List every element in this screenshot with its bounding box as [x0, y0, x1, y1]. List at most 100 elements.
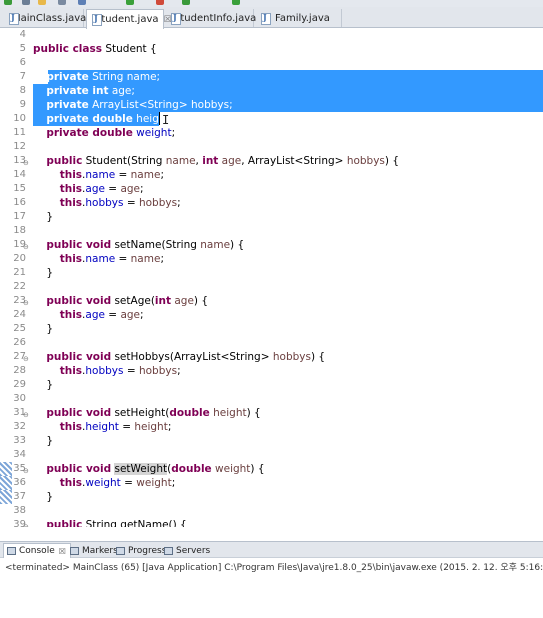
code-line[interactable]: 17 } — [0, 210, 543, 224]
code-line[interactable]: 36 this.weight = weight; — [0, 476, 543, 490]
code-text: } — [33, 267, 54, 279]
console-tab-bar: Console ☒ Markers Progress Servers — [0, 541, 543, 558]
code-line[interactable]: 29 } — [0, 378, 543, 392]
line-number: 8 — [19, 85, 26, 96]
code-text: } — [33, 435, 54, 447]
editor-tab-label: MainClass.java — [12, 12, 87, 24]
code-line[interactable]: 30 — [0, 392, 543, 406]
console-tab-label: Servers — [176, 545, 211, 556]
code-text: private double weight; — [46, 127, 176, 139]
editor-tab-bar: MainClass.java Student.java ☒ StudentInfo.j… — [0, 7, 543, 29]
code-line[interactable]: 39 ⊖ public String getName() { — [0, 518, 543, 527]
code-line[interactable]: 8 private int age; — [0, 84, 543, 98]
code-line[interactable]: 38 — [0, 504, 543, 518]
code-line[interactable]: 13 ⊖ public Student(String name, int age,… — [0, 154, 543, 168]
editor-tab-4[interactable]: Family.java — [256, 9, 342, 27]
line-number: 25 — [13, 323, 26, 334]
code-line[interactable]: 9 private ArrayList<String> hobbys; — [0, 98, 543, 112]
code-text: public void setWeight(double weight) { — [46, 463, 265, 475]
line-number: 29 — [13, 379, 26, 390]
line-number: 11 — [13, 127, 26, 138]
editor-tab-2[interactable]: Student.java ☒ — [86, 9, 172, 29]
code-line[interactable]: 21 } — [0, 266, 543, 280]
code-text: public String getName() { — [46, 519, 187, 527]
code-line[interactable]: 18 — [0, 224, 543, 238]
toolbar-save-icon[interactable] — [58, 0, 66, 5]
code-text: } — [33, 323, 54, 335]
line-number: 5 — [19, 43, 26, 54]
code-text: } — [33, 211, 54, 223]
code-line[interactable]: 22 — [0, 280, 543, 294]
code-line[interactable]: 14 this.name = name; — [0, 168, 543, 182]
text-caret — [159, 112, 160, 125]
line-number: 30 — [13, 393, 26, 404]
code-line[interactable]: 34 — [0, 448, 543, 462]
toolbar-run-last-icon[interactable] — [126, 0, 134, 5]
toolbar-new-icon[interactable] — [38, 0, 46, 5]
code-line[interactable]: 10 private double height; I — [0, 112, 543, 127]
code-line[interactable]: 35 ⊖ public void setWeight(double weight)… — [0, 462, 543, 476]
code-line[interactable]: 19 ⊖ public void setName(String name) { — [0, 238, 543, 252]
fold-toggle-icon[interactable]: ⊖ — [23, 520, 29, 527]
code-line[interactable]: 12 — [0, 140, 543, 154]
code-text: private String name; — [46, 71, 161, 83]
code-line[interactable]: 28 this.hobbys = hobbys; — [0, 364, 543, 378]
console-tab-console[interactable]: Console ☒ — [3, 543, 71, 558]
code-line[interactable]: 27 ⊖ public void setHobbys(ArrayList<Stri… — [0, 350, 543, 364]
close-view-icon[interactable]: ☒ — [59, 547, 66, 556]
code-line[interactable]: 24 this.age = age; — [0, 308, 543, 322]
code-line[interactable]: 16 this.hobbys = hobbys; — [0, 196, 543, 210]
line-number: 12 — [13, 141, 26, 152]
code-line[interactable]: 15 this.age = age; — [0, 182, 543, 196]
console-tab-servers[interactable]: Servers — [161, 543, 214, 558]
toolbar-run-icon[interactable] — [4, 0, 12, 5]
console-icon — [7, 547, 16, 555]
code-line[interactable]: 33 } — [0, 434, 543, 448]
line-number: 20 — [13, 253, 26, 264]
toolbar-external-icon[interactable] — [182, 0, 190, 5]
code-line[interactable]: 32 this.height = height; — [0, 420, 543, 434]
toolbar-stop-icon[interactable] — [156, 0, 164, 5]
code-line[interactable]: 23 ⊖ public void setAge(int age) { — [0, 294, 543, 308]
code-line[interactable]: 11 private double weight; — [0, 126, 543, 140]
editor-tab-3[interactable]: StudentInfo.java — [166, 9, 256, 27]
code-line[interactable]: 5 public class Student { — [0, 42, 543, 56]
code-text: this.hobbys = hobbys; — [59, 365, 181, 377]
console-status-text: <terminated> MainClass (65) [Java Applic… — [5, 563, 543, 573]
code-line[interactable]: 4 — [0, 29, 543, 42]
console-panel[interactable]: <terminated> MainClass (65) [Java Applic… — [0, 558, 543, 618]
code-line[interactable]: 7 private String name; — [0, 70, 543, 84]
code-text: public void setAge(int age) { — [46, 295, 209, 307]
code-text: private double height; — [46, 113, 174, 125]
line-number: 6 — [19, 57, 26, 68]
code-line[interactable]: 25 } — [0, 322, 543, 336]
line-number: 18 — [13, 225, 26, 236]
editor-tab-1[interactable]: MainClass.java — [4, 9, 87, 27]
code-text: this.age = age; — [59, 183, 144, 195]
code-editor[interactable]: 4 5 public class Student {6 7 private Strin… — [0, 29, 543, 527]
line-number: 21 — [13, 267, 26, 278]
code-text: this.hobbys = hobbys; — [59, 197, 181, 209]
code-line[interactable]: 31 ⊖ public void setHeight(double height)… — [0, 406, 543, 420]
mouse-ibeam-icon: I — [162, 113, 170, 127]
line-number: 16 — [13, 197, 26, 208]
toolbar-profile-icon[interactable] — [232, 0, 240, 5]
line-number: 14 — [13, 169, 26, 180]
toolbar-debug-icon[interactable] — [22, 0, 30, 5]
code-line[interactable]: 37 } — [0, 490, 543, 504]
toolbar-search-icon[interactable] — [78, 0, 86, 5]
line-number: 24 — [13, 309, 26, 320]
code-text: public Student(String name, int age, Arr… — [46, 155, 400, 167]
editor-tab-label: Student.java — [95, 14, 159, 25]
code-line[interactable]: 20 this.name = name; — [0, 252, 543, 266]
line-number: 10 — [13, 113, 26, 124]
code-text: this.height = height; — [59, 421, 172, 433]
line-number: 4 — [19, 29, 26, 40]
code-text: public void setHobbys(ArrayList<String> … — [46, 351, 326, 363]
code-line[interactable]: 6 — [0, 56, 543, 70]
line-number: 36 — [13, 477, 26, 488]
console-tab-label: Console — [19, 546, 55, 556]
line-number: 26 — [13, 337, 26, 348]
code-text: this.age = age; — [59, 309, 144, 321]
code-line[interactable]: 26 — [0, 336, 543, 350]
